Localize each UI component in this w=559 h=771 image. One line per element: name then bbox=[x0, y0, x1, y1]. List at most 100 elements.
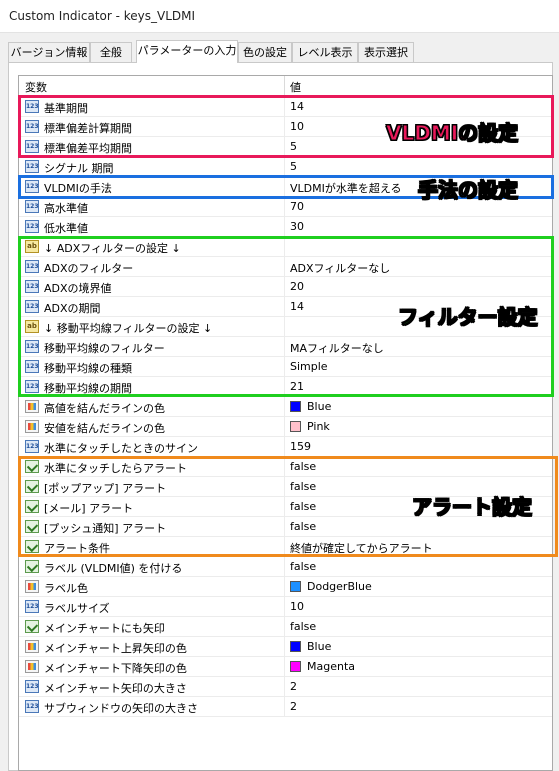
parameter-row[interactable]: ラベルサイズ 10 bbox=[19, 597, 552, 617]
number-icon bbox=[25, 600, 39, 613]
parameter-value[interactable]: false bbox=[290, 520, 316, 533]
parameter-row[interactable]: 基準期間 14 bbox=[19, 97, 552, 117]
parameter-row[interactable]: メインチャートにも矢印 false bbox=[19, 617, 552, 637]
parameter-value[interactable]: 終値が確定してからアラート bbox=[290, 540, 433, 556]
cell-divider bbox=[284, 557, 285, 576]
cell-divider bbox=[284, 697, 285, 716]
parameter-value[interactable]: false bbox=[290, 500, 316, 513]
parameter-row[interactable]: ADXの境界値 20 bbox=[19, 277, 552, 297]
color-swatch[interactable] bbox=[290, 401, 301, 412]
parameter-value[interactable]: 20 bbox=[290, 280, 304, 293]
cell-divider bbox=[284, 537, 285, 556]
cell-divider bbox=[284, 117, 285, 136]
parameter-row[interactable]: 高値を結んだラインの色 Blue bbox=[19, 397, 552, 417]
parameter-value[interactable]: DodgerBlue bbox=[307, 580, 372, 593]
parameter-row[interactable]: メインチャート矢印の大きさ 2 bbox=[19, 677, 552, 697]
parameter-row[interactable]: ラベル色 DodgerBlue bbox=[19, 577, 552, 597]
cell-divider bbox=[284, 677, 285, 696]
cell-divider bbox=[284, 137, 285, 156]
tab-input-parameters[interactable]: パラメーターの入力 bbox=[136, 40, 238, 63]
parameter-name: 標準偏差計算期間 bbox=[44, 122, 132, 135]
parameter-row[interactable]: 移動平均線の期間 21 bbox=[19, 377, 552, 397]
tab-version-info[interactable]: バージョン情報 bbox=[8, 42, 90, 62]
parameter-name: シグナル 期間 bbox=[44, 162, 114, 175]
cell-divider bbox=[284, 97, 285, 116]
parameter-row[interactable]: アラート条件 終値が確定してからアラート bbox=[19, 537, 552, 557]
parameter-value[interactable]: 30 bbox=[290, 220, 304, 233]
parameter-row[interactable]: [プッシュ通知] アラート false bbox=[19, 517, 552, 537]
parameter-name: 安値を結んだラインの色 bbox=[44, 422, 165, 435]
parameter-value[interactable]: Pink bbox=[307, 420, 330, 433]
variable-column-header[interactable]: 変数 bbox=[25, 79, 47, 95]
parameter-value[interactable]: 159 bbox=[290, 440, 311, 453]
color-swatch[interactable] bbox=[290, 661, 301, 672]
number-icon bbox=[25, 700, 39, 713]
parameter-value[interactable]: 14 bbox=[290, 300, 304, 313]
parameter-row[interactable]: 水準にタッチしたときのサイン 159 bbox=[19, 437, 552, 457]
parameter-value[interactable]: ADXフィルターなし bbox=[290, 260, 390, 276]
parameter-row[interactable]: 移動平均線の種類 Simple bbox=[19, 357, 552, 377]
parameter-value[interactable]: false bbox=[290, 620, 316, 633]
parameter-value[interactable]: MAフィルターなし bbox=[290, 340, 384, 356]
parameter-name: [プッシュ通知] アラート bbox=[44, 522, 167, 535]
parameter-row[interactable]: ↓ ADXフィルターの設定 ↓ bbox=[19, 237, 552, 257]
color-swatch[interactable] bbox=[290, 581, 301, 592]
bool-icon bbox=[25, 540, 39, 553]
parameter-value[interactable]: 10 bbox=[290, 600, 304, 613]
parameter-row[interactable]: サブウィンドウの矢印の大きさ 2 bbox=[19, 697, 552, 717]
value-column-header[interactable]: 値 bbox=[290, 79, 301, 95]
parameter-value[interactable]: 5 bbox=[290, 140, 297, 153]
cell-divider bbox=[284, 257, 285, 276]
bool-icon bbox=[25, 500, 39, 513]
cell-divider bbox=[284, 517, 285, 536]
parameter-name: メインチャート下降矢印の色 bbox=[44, 662, 187, 675]
string-icon bbox=[25, 320, 39, 333]
tab-levels[interactable]: レベル表示 bbox=[292, 42, 358, 62]
parameter-row[interactable]: メインチャート下降矢印の色 Magenta bbox=[19, 657, 552, 677]
cell-divider bbox=[284, 417, 285, 436]
parameter-row[interactable]: ADXのフィルター ADXフィルターなし bbox=[19, 257, 552, 277]
parameter-row[interactable]: 低水準値 30 bbox=[19, 217, 552, 237]
number-icon bbox=[25, 160, 39, 173]
number-icon bbox=[25, 120, 39, 133]
column-divider[interactable] bbox=[284, 76, 285, 96]
cell-divider bbox=[284, 357, 285, 376]
parameter-value[interactable]: Magenta bbox=[307, 660, 355, 673]
tab-strip: バージョン情報 全般 パラメーターの入力 色の設定 レベル表示 表示選択 bbox=[8, 40, 553, 63]
parameter-name: 移動平均線のフィルター bbox=[44, 342, 165, 355]
tab-general[interactable]: 全般 bbox=[90, 42, 132, 62]
parameter-value[interactable]: false bbox=[290, 560, 316, 573]
color-icon bbox=[25, 640, 39, 653]
cell-divider bbox=[284, 337, 285, 356]
cell-divider bbox=[284, 217, 285, 236]
parameter-value[interactable]: false bbox=[290, 480, 316, 493]
color-icon bbox=[25, 660, 39, 673]
parameter-value[interactable]: 5 bbox=[290, 160, 297, 173]
parameter-value[interactable]: 10 bbox=[290, 120, 304, 133]
parameter-value[interactable]: Blue bbox=[307, 400, 331, 413]
parameter-row[interactable]: 移動平均線のフィルター MAフィルターなし bbox=[19, 337, 552, 357]
parameter-value[interactable]: 21 bbox=[290, 380, 304, 393]
parameter-value[interactable]: Simple bbox=[290, 360, 328, 373]
parameter-name: 水準にタッチしたらアラート bbox=[44, 462, 187, 475]
parameter-value[interactable]: Blue bbox=[307, 640, 331, 653]
parameter-value[interactable]: 14 bbox=[290, 100, 304, 113]
color-swatch[interactable] bbox=[290, 641, 301, 652]
parameter-row[interactable]: メインチャート上昇矢印の色 Blue bbox=[19, 637, 552, 657]
tab-colors[interactable]: 色の設定 bbox=[238, 42, 292, 62]
color-swatch[interactable] bbox=[290, 421, 301, 432]
parameter-row[interactable]: 安値を結んだラインの色 Pink bbox=[19, 417, 552, 437]
parameter-value[interactable]: false bbox=[290, 460, 316, 473]
parameter-value[interactable]: 70 bbox=[290, 200, 304, 213]
parameter-row[interactable]: 水準にタッチしたらアラート false bbox=[19, 457, 552, 477]
cell-divider bbox=[284, 597, 285, 616]
parameter-name: ラベル色 bbox=[44, 582, 88, 595]
parameter-row[interactable]: ラベル (VLDMI値) を付ける false bbox=[19, 557, 552, 577]
parameter-value[interactable]: VLDMIが水準を超える bbox=[290, 180, 402, 196]
parameter-name: [ポップアップ] アラート bbox=[44, 482, 167, 495]
tab-visualization[interactable]: 表示選択 bbox=[358, 42, 414, 62]
cell-divider bbox=[284, 197, 285, 216]
cell-divider bbox=[284, 377, 285, 396]
parameter-value[interactable]: 2 bbox=[290, 680, 297, 693]
parameter-value[interactable]: 2 bbox=[290, 700, 297, 713]
